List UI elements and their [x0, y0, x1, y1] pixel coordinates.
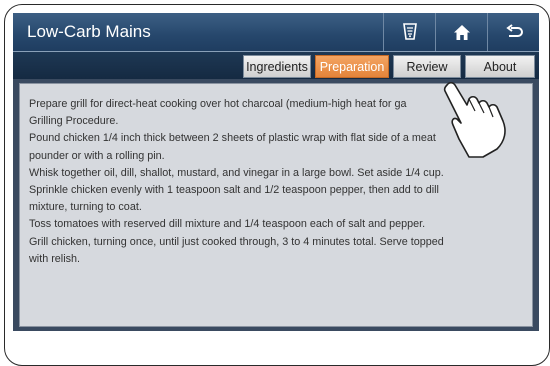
back-icon	[506, 24, 523, 37]
text-line: mixture, turning to coat.	[29, 201, 142, 214]
tab-ingredients[interactable]: Ingredients	[243, 55, 311, 78]
text-line: Pound chicken 1/4 inch thick between 2 s…	[29, 132, 436, 145]
home-button[interactable]	[435, 13, 488, 51]
text-line: pounder or with a rolling pin.	[29, 149, 165, 162]
back-button[interactable]	[487, 13, 539, 51]
title-bar: Low-Carb Mains	[13, 13, 539, 52]
text-line: Toss tomatoes with reserved dill mixture…	[29, 218, 426, 231]
recipe-button[interactable]	[383, 13, 436, 51]
text-line: Grilling Procedure.	[29, 115, 119, 128]
tab-review[interactable]: Review	[393, 55, 461, 78]
tab-bar: Ingredients Preparation Review About	[13, 52, 539, 79]
text-line: Sprinkle chicken evenly with 1 teaspoon …	[29, 184, 439, 197]
screen: Low-Carb Mains Ingredients Preparation R…	[13, 13, 539, 331]
recipe-icon	[403, 23, 417, 40]
text-line: Whisk together oil, dill, shallot, musta…	[29, 166, 444, 179]
preparation-panel[interactable]: Prepare grill for direct-heat cooking ov…	[19, 83, 533, 327]
preparation-text: Prepare grill for direct-heat cooking ov…	[29, 96, 499, 268]
home-icon	[454, 24, 470, 40]
text-line: Prepare grill for direct-heat cooking ov…	[29, 98, 407, 110]
tab-about[interactable]: About	[465, 55, 535, 78]
tab-preparation[interactable]: Preparation	[315, 55, 389, 78]
page-title: Low-Carb Mains	[27, 22, 151, 41]
text-line: Grill chicken, turning once, until just …	[29, 235, 444, 248]
text-line: with relish.	[29, 252, 81, 265]
